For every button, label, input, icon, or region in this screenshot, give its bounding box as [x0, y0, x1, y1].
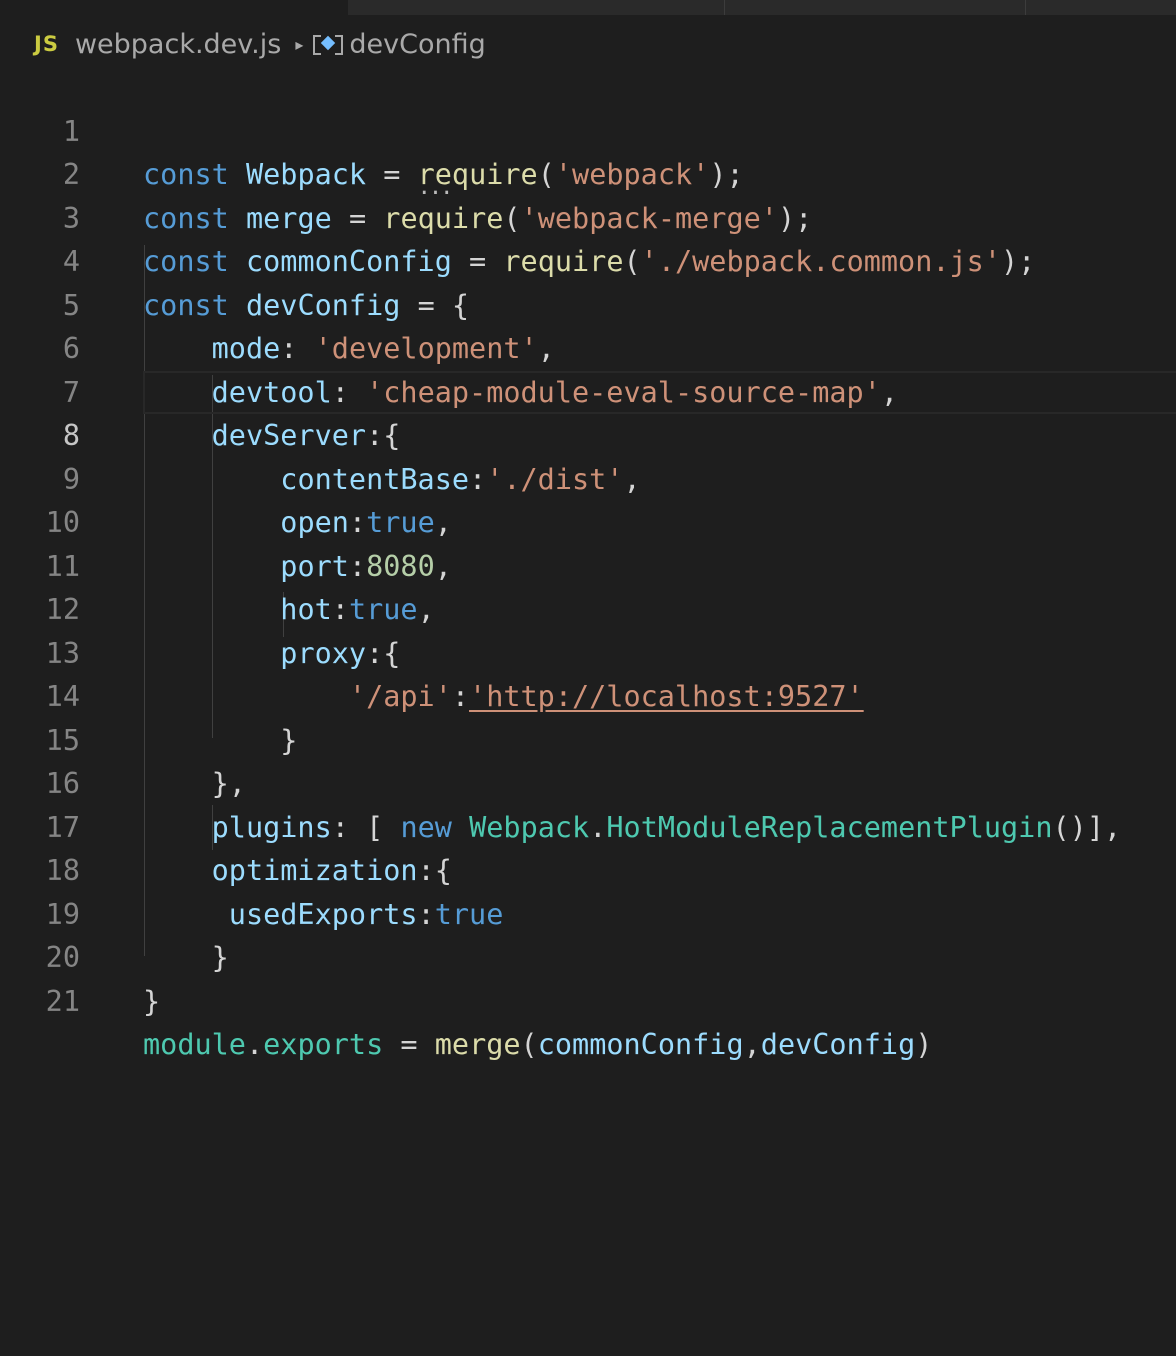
- tab-separator: [724, 0, 725, 15]
- code-line[interactable]: 15 },: [0, 675, 1176, 801]
- breadcrumb-symbol[interactable]: devConfig: [349, 29, 485, 60]
- breadcrumb-file[interactable]: webpack.dev.js: [75, 29, 281, 60]
- code-line[interactable]: 9 open:true,: [0, 414, 1176, 540]
- code-line[interactable]: 11 hot:true,: [0, 501, 1176, 627]
- code-line[interactable]: 21 module.exports = merge(commonConfig,d…: [0, 936, 1176, 1062]
- chevron-right-icon: ▸: [295, 34, 304, 54]
- code-line[interactable]: 2 const merge = require('webpack-merge')…: [0, 110, 1176, 235]
- code-line[interactable]: 16 plugins: [ new Webpack.HotModuleRepla…: [0, 719, 1176, 844]
- symbol-variable-icon: [313, 33, 344, 55]
- code-line[interactable]: 18 usedExports:true: [0, 806, 1176, 931]
- code-line[interactable]: 7 devServer:{: [0, 327, 1176, 453]
- code-line[interactable]: 14 }: [0, 632, 1176, 757]
- tab-strip: [0, 0, 1176, 15]
- code-line[interactable]: 19 }: [0, 849, 1176, 975]
- code-line[interactable]: 20 }: [0, 893, 1176, 1018]
- line-code: module.exports = merge(commonConfig,devC…: [143, 1028, 933, 1061]
- code-editor[interactable]: 1 const Webpack = require('webpack'); 2 …: [0, 66, 1176, 1062]
- code-line[interactable]: 6 devtool: 'cheap-module-eval-source-map…: [0, 284, 1176, 409]
- line-number: 21: [45, 984, 80, 1018]
- code-line[interactable]: 3 const commonConfig = require('./webpac…: [0, 153, 1176, 279]
- code-line[interactable]: 1 const Webpack = require('webpack');: [0, 66, 1176, 192]
- code-line[interactable]: 10 port:8080,: [0, 458, 1176, 583]
- tab-separator: [1025, 0, 1026, 15]
- code-line[interactable]: 12 proxy:{: [0, 545, 1176, 670]
- tab-bar[interactable]: [348, 0, 1176, 15]
- code-line[interactable]: 13 '/api':'http://localhost:9527': [0, 588, 1176, 714]
- breadcrumb: JS webpack.dev.js ▸ devConfig: [0, 22, 1176, 66]
- code-line[interactable]: 5 mode: 'development',: [0, 240, 1176, 366]
- javascript-file-icon: JS: [34, 32, 59, 56]
- code-line-current[interactable]: 8 contentBase:'./dist',: [0, 370, 1176, 496]
- code-line[interactable]: 4 const devConfig = {: [0, 197, 1176, 322]
- code-line[interactable]: 17 optimization:{: [0, 762, 1176, 888]
- line-code: }: [143, 984, 161, 1018]
